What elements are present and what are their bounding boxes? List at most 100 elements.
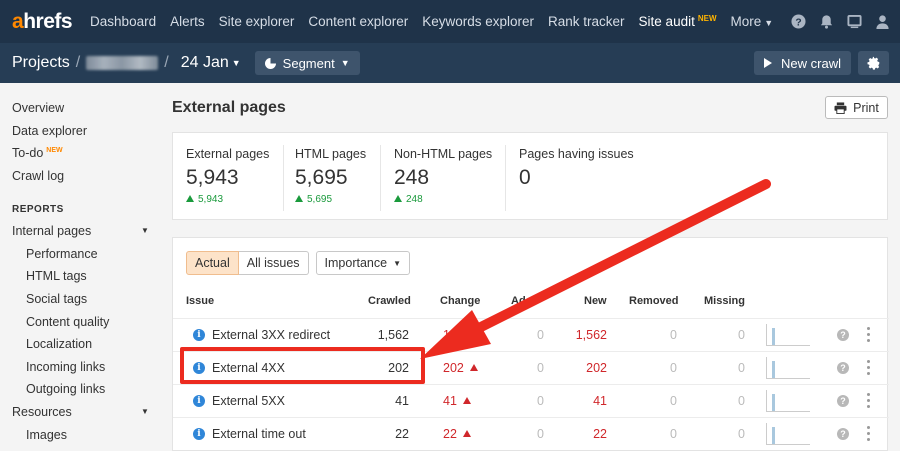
sidebar-item-data-explorer[interactable]: Data explorer <box>12 124 87 138</box>
nav-alerts[interactable]: Alerts <box>170 14 205 29</box>
table-row[interactable]: i External 5XX 41 41 0 41 0 0? <box>173 384 889 417</box>
bell-icon[interactable] <box>818 14 834 30</box>
nav-rank-tracker[interactable]: Rank tracker <box>548 14 625 29</box>
info-icon[interactable]: i <box>193 329 205 341</box>
filter-actual-button[interactable]: Actual <box>186 251 239 275</box>
info-icon[interactable]: i <box>193 428 205 440</box>
removed-value[interactable]: 0 <box>670 394 677 408</box>
removed-value[interactable]: 0 <box>670 328 677 342</box>
sidebar-item-localization[interactable]: Localization <box>26 337 92 351</box>
new-crawl-button[interactable]: New crawl <box>754 51 851 75</box>
crawled-value[interactable]: 1,562 <box>378 328 409 342</box>
blurred-project-name[interactable] <box>86 56 159 70</box>
filter-all-issues-button[interactable]: All issues <box>238 251 309 275</box>
sidebar-item-overview[interactable]: Overview <box>12 101 64 115</box>
more-options-icon[interactable] <box>867 327 871 343</box>
help-icon[interactable]: ? <box>837 428 849 440</box>
new-badge: NEW <box>697 14 717 23</box>
sidebar-item-outgoing-links[interactable]: Outgoing links <box>26 382 105 396</box>
crawled-value[interactable]: 22 <box>395 427 409 441</box>
new-value[interactable]: 1,562 <box>576 328 607 342</box>
help-icon[interactable]: ? <box>837 395 849 407</box>
col-removed[interactable]: Removed <box>629 295 679 307</box>
user-icon[interactable] <box>874 14 890 30</box>
missing-value[interactable]: 0 <box>738 394 745 408</box>
settings-button[interactable] <box>858 51 889 75</box>
caret-down-icon[interactable]: ▼ <box>141 407 149 416</box>
sidebar-item-resources[interactable]: Resources <box>12 405 72 419</box>
stat-label: Non-HTML pages <box>394 147 493 161</box>
sidebar-item-content-quality[interactable]: Content quality <box>26 315 109 329</box>
crawled-value[interactable]: 41 <box>395 394 409 408</box>
col-missing[interactable]: Missing <box>704 295 745 307</box>
added-value[interactable]: 0 <box>537 361 544 375</box>
change-value[interactable]: 41 <box>443 394 471 408</box>
change-value[interactable]: 22 <box>443 427 471 441</box>
stat-value[interactable]: 0 <box>519 166 634 190</box>
col-added[interactable]: Ad <box>511 295 526 307</box>
col-new[interactable]: New <box>584 295 607 307</box>
change-value[interactable]: 1,5 <box>443 328 475 342</box>
sidebar-item-internal-pages[interactable]: Internal pages <box>12 224 91 238</box>
issue-name[interactable]: External 3XX redirect <box>212 328 330 342</box>
col-issue[interactable]: Issue <box>186 295 214 307</box>
sparkline-bar <box>772 328 775 345</box>
missing-value[interactable]: 0 <box>738 328 745 342</box>
sidebar-item-crawl-log[interactable]: Crawl log <box>12 169 64 183</box>
importance-dropdown[interactable]: Importance ▼ <box>315 251 410 275</box>
removed-value[interactable]: 0 <box>670 361 677 375</box>
missing-value[interactable]: 0 <box>738 427 745 441</box>
print-button[interactable]: Print <box>825 96 888 119</box>
nav-more[interactable]: More ▼ <box>731 14 774 29</box>
added-value[interactable]: 0 <box>537 394 544 408</box>
new-value[interactable]: 202 <box>586 361 607 375</box>
projects-link[interactable]: Projects <box>12 54 70 72</box>
change-value[interactable]: 202 <box>443 361 478 375</box>
chevron-down-icon: ▼ <box>393 258 401 268</box>
removed-value[interactable]: 0 <box>670 427 677 441</box>
stat-value[interactable]: 248 <box>394 166 492 190</box>
sidebar-item-performance[interactable]: Performance <box>26 247 98 261</box>
col-change[interactable]: Change <box>440 295 480 307</box>
issue-name[interactable]: External 5XX <box>212 394 285 408</box>
issue-name[interactable]: External time out <box>212 427 306 441</box>
sidebar-item-to-do[interactable]: To-do NEW <box>12 146 63 160</box>
project-bar: Projects / / 24 Jan ▼ Segment ▼ New crawl <box>0 43 900 83</box>
table-row[interactable]: i External time out 22 22 0 22 0 0? <box>173 417 889 450</box>
more-options-icon[interactable] <box>867 360 871 376</box>
nav-keywords-explorer[interactable]: Keywords explorer <box>422 14 534 29</box>
segment-button[interactable]: Segment ▼ <box>254 51 360 75</box>
missing-value[interactable]: 0 <box>738 361 745 375</box>
info-icon[interactable]: i <box>193 395 205 407</box>
ahrefs-logo[interactable]: ahrefs <box>12 10 73 34</box>
added-value[interactable]: 0 <box>537 328 544 342</box>
nav-site-audit[interactable]: Site audit NEW <box>639 14 717 29</box>
sidebar-item-html-tags[interactable]: HTML tags <box>26 269 87 283</box>
added-value[interactable]: 0 <box>537 427 544 441</box>
help-icon[interactable]: ? <box>837 362 849 374</box>
stat-value[interactable]: 5,943 <box>186 166 269 190</box>
nav-site-explorer[interactable]: Site explorer <box>219 14 295 29</box>
new-badge: NEW <box>46 147 63 154</box>
more-options-icon[interactable] <box>867 426 871 442</box>
stat-html-pages: HTML pages 5,695 5,695 <box>295 147 366 209</box>
sidebar-item-social-tags[interactable]: Social tags <box>26 292 87 306</box>
nav-dashboard[interactable]: Dashboard <box>90 14 156 29</box>
nav-content-explorer[interactable]: Content explorer <box>308 14 408 29</box>
more-options-icon[interactable] <box>867 393 871 409</box>
annotation-highlight-box <box>180 347 425 384</box>
sidebar-item-images[interactable]: Images <box>26 428 67 442</box>
col-crawled[interactable]: Crawled <box>368 295 411 307</box>
help-icon[interactable]: ? <box>837 329 849 341</box>
stat-value[interactable]: 5,695 <box>295 166 366 190</box>
change-number: 41 <box>443 394 457 408</box>
new-value[interactable]: 22 <box>593 427 607 441</box>
crawl-date-dropdown[interactable]: 24 Jan ▼ <box>181 54 241 72</box>
stat-delta-value: 5,943 <box>198 194 224 205</box>
caret-down-icon[interactable]: ▼ <box>141 226 149 235</box>
help-icon[interactable]: ? <box>790 14 806 30</box>
up-arrow-icon <box>186 195 194 202</box>
new-value[interactable]: 41 <box>593 394 607 408</box>
screen-icon[interactable] <box>846 14 862 30</box>
sidebar-item-incoming-links[interactable]: Incoming links <box>26 360 105 374</box>
